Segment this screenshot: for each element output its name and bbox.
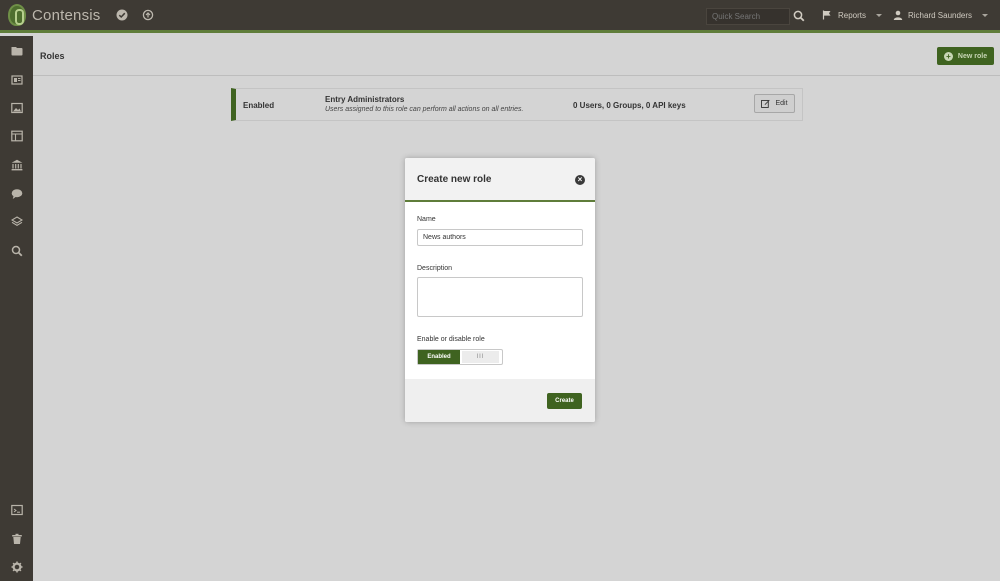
new-role-button[interactable]: + New role	[937, 47, 994, 65]
role-counts: 0 Users, 0 Groups, 0 API keys	[573, 101, 686, 110]
edit-label: Edit	[775, 100, 788, 107]
new-role-label: New role	[957, 52, 988, 60]
folder-icon[interactable]	[10, 44, 23, 57]
modal-title: Create new role	[417, 174, 492, 185]
search-icon[interactable]	[793, 10, 805, 22]
logo[interactable]: Contensis	[8, 4, 101, 26]
role-name-input[interactable]	[417, 229, 583, 246]
top-bar: Contensis Reports Richard Saunders	[0, 0, 1000, 33]
sidebar	[0, 36, 33, 581]
edit-icon	[761, 99, 771, 108]
close-icon[interactable]: ×	[575, 175, 585, 185]
search-icon[interactable]	[10, 244, 23, 257]
plus-icon: +	[943, 51, 953, 61]
trash-icon[interactable]	[10, 532, 23, 545]
enable-role-toggle[interactable]: Enabled III	[417, 349, 503, 365]
name-label: Name	[417, 216, 436, 223]
user-icon	[893, 10, 903, 20]
image-icon[interactable]	[10, 101, 23, 114]
user-menu[interactable]: Richard Saunders	[893, 10, 989, 20]
gear-icon[interactable]	[10, 560, 23, 573]
reports-menu[interactable]: Reports	[822, 10, 883, 20]
reports-label: Reports	[838, 10, 867, 20]
user-name: Richard Saunders	[908, 10, 973, 20]
contensis-logo-icon	[8, 4, 26, 26]
chevron-down-icon	[982, 13, 989, 17]
entries-icon[interactable]	[10, 73, 23, 86]
check-circle-icon[interactable]	[115, 8, 129, 22]
layers-icon[interactable]	[10, 215, 23, 228]
modal-footer: Create	[405, 379, 595, 422]
bank-icon[interactable]	[10, 158, 23, 171]
toggle-enabled-text: Enabled	[418, 350, 460, 364]
role-description: Users assigned to this role can perform …	[325, 106, 524, 113]
edit-role-button[interactable]: Edit	[754, 94, 795, 113]
quick-search-input[interactable]	[706, 8, 790, 25]
layout-icon[interactable]	[10, 129, 23, 142]
modal-header: Create new role ×	[405, 158, 595, 202]
chevron-down-icon	[876, 13, 883, 17]
role-row: Enabled Entry Administrators Users assig…	[231, 88, 803, 121]
console-icon[interactable]	[10, 503, 23, 516]
toggle-handle[interactable]: III	[462, 351, 499, 363]
flag-icon	[822, 10, 831, 20]
role-status: Enabled	[243, 101, 275, 110]
role-name: Entry Administrators	[325, 95, 405, 104]
app-name: Contensis	[32, 6, 101, 24]
page-header: Roles + New role	[33, 36, 1000, 76]
create-button[interactable]: Create	[547, 393, 582, 409]
sync-icon[interactable]	[141, 8, 155, 22]
comment-icon[interactable]	[10, 187, 23, 200]
toggle-label: Enable or disable role	[417, 336, 485, 343]
page-title: Roles	[40, 51, 65, 61]
role-description-input[interactable]	[417, 277, 583, 317]
create-role-modal: Create new role × Name Description Enabl…	[405, 158, 595, 422]
description-label: Description	[417, 265, 453, 272]
